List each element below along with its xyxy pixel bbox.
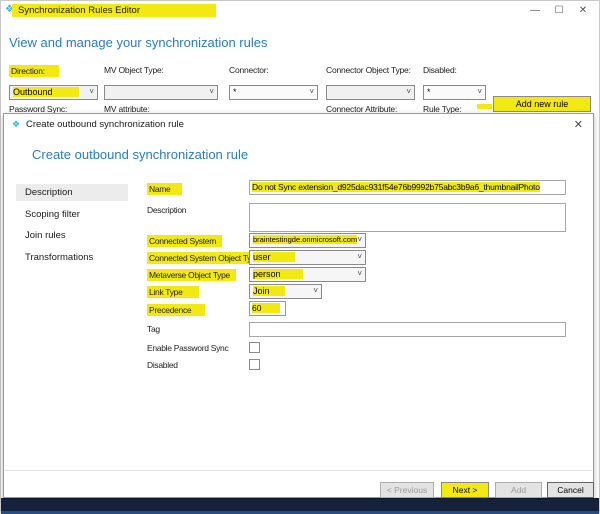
name-input[interactable]: Do not Sync extension_d925dac931f54e76b9… [249,180,566,195]
chevron-down-icon: ˅ [357,252,362,261]
chevron-down-icon: ˅ [89,87,94,96]
chevron-down-icon: ˅ [477,87,482,96]
highlight-mark [477,104,492,109]
minimize-icon[interactable]: — [523,3,547,19]
name-value: Do not Sync extension_d925dac931f54e76b9… [252,182,540,192]
filter-disabled-dropdown[interactable]: * ˅ [423,85,486,100]
dialog-heading: Create outbound synchronization rule [32,147,248,162]
filter-direction-dropdown[interactable]: Outbound ˅ [9,85,98,100]
dialog-close-icon[interactable]: ✕ [574,118,583,131]
link-type-value: Join [253,286,285,296]
main-window-titlebar: ❖ Synchronization Rules Editor — ☐ ✕ [1,1,599,21]
connected-system-object-type-label: Connected System Object Type [147,252,264,264]
chevron-down-icon: ˅ [357,235,362,244]
dialog-titlebar: ❖ Create outbound synchronization rule ✕ [4,114,593,136]
disabled-checkbox[interactable] [249,359,260,370]
add-button[interactable]: Add [495,482,542,498]
description-label: Description [147,205,186,215]
tag-label: Tag [147,324,160,334]
filter-direction-label: Direction: [9,65,59,77]
connected-system-value: braintestingde.onmicrosoft.com [253,235,357,244]
chevron-down-icon: ˅ [209,87,214,96]
maximize-icon[interactable]: ☐ [547,3,571,19]
precedence-label: Precedence [147,304,205,316]
dialog-title: Create outbound synchronization rule [26,119,184,130]
filter-connector-value: * [233,87,237,97]
filter-disabled-value: * [427,87,431,97]
window-controls: — ☐ ✕ [523,3,595,19]
disabled-label: Disabled [147,360,178,370]
nav-item-scoping-filter[interactable]: Scoping filter [16,206,128,223]
nav-item-description[interactable]: Description [16,184,128,201]
window-title: Synchronization Rules Editor [12,4,216,17]
filter-mv-object-type-dropdown[interactable]: ˅ [104,85,218,100]
create-rule-dialog: ❖ Create outbound synchronization rule ✕… [3,113,594,498]
filter-disabled-label: Disabled: [423,65,457,75]
connected-system-object-type-dropdown[interactable]: user ˅ [249,250,366,265]
precedence-value: 60 [252,303,280,313]
tag-input[interactable] [249,322,566,337]
chevron-down-icon: ˅ [357,269,362,278]
connected-system-label: Connected System [147,235,222,247]
filter-direction-value: Outbound [13,87,79,97]
precedence-input[interactable]: 60 [249,301,286,316]
chevron-down-icon: ˅ [406,87,411,96]
chevron-down-icon: ˅ [309,87,314,96]
filter-connector-object-type-label: Connector Object Type: [326,65,411,75]
description-textarea[interactable] [249,203,566,232]
connected-system-dropdown[interactable]: braintestingde.onmicrosoft.com ˅ [249,233,366,248]
screen: ❖ Synchronization Rules Editor — ☐ ✕ Vie… [0,0,600,513]
enable-password-sync-label: Enable Password Sync [147,343,228,353]
metaverse-object-type-dropdown[interactable]: person ˅ [249,267,366,282]
page-title: View and manage your synchronization rul… [9,35,267,50]
enable-password-sync-checkbox[interactable] [249,342,260,353]
filter-connector-object-type-dropdown[interactable]: ˅ [326,85,415,100]
next-button[interactable]: Next > [441,482,489,498]
nav-item-transformations[interactable]: Transformations [16,249,128,266]
metaverse-object-type-value: person [253,269,303,279]
nav-item-join-rules[interactable]: Join rules [16,227,128,244]
add-new-rule-button[interactable]: Add new rule [493,96,591,112]
name-label: Name [147,183,182,195]
link-type-dropdown[interactable]: Join ˅ [249,284,322,299]
taskbar[interactable] [1,498,599,514]
connected-system-object-type-value: user [253,252,295,262]
previous-button[interactable]: < Previous [380,482,434,498]
filter-connector-dropdown[interactable]: * ˅ [229,85,318,100]
sync-app-icon: ❖ [12,119,20,130]
cancel-button[interactable]: Cancel [547,482,594,498]
filter-mv-object-type-label: MV Object Type: [104,65,164,75]
filter-connector-label: Connector: [229,65,269,75]
metaverse-object-type-label: Metaverse Object Type [147,269,236,281]
close-icon[interactable]: ✕ [571,3,595,19]
link-type-label: Link Type [147,286,199,298]
footer-divider [5,470,592,471]
chevron-down-icon: ˅ [313,286,318,295]
